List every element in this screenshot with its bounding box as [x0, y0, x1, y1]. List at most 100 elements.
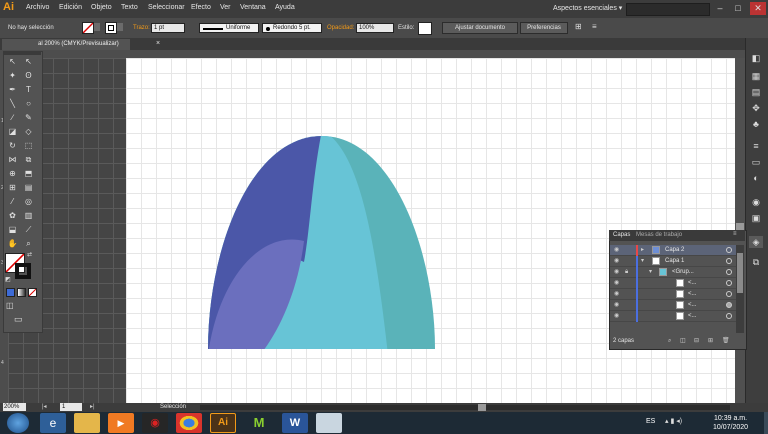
color-guide-icon[interactable]: ▦: [749, 70, 763, 82]
eye-icon[interactable]: ◉: [614, 278, 619, 289]
menu-ver[interactable]: Ver: [220, 4, 231, 11]
layer-row[interactable]: ◉ <...: [610, 300, 736, 311]
layer-row[interactable]: ◉ <...: [610, 289, 736, 300]
transparency-icon[interactable]: ◐: [749, 172, 763, 184]
clipping-mask-icon[interactable]: ◫: [680, 336, 686, 347]
brush-definition[interactable]: Redondo 5 pt.: [262, 23, 322, 33]
symbols-icon[interactable]: ♣: [749, 118, 763, 130]
layer-name[interactable]: Capa 2: [665, 245, 684, 256]
scroll-thumb[interactable]: [737, 253, 743, 293]
expand-arrow-icon[interactable]: ▾: [649, 267, 652, 278]
eye-icon[interactable]: ◉: [614, 267, 619, 278]
layer-name[interactable]: <...: [688, 300, 697, 311]
rotate-tool-icon[interactable]: ↻: [6, 140, 19, 151]
swatches-icon[interactable]: ▤: [749, 86, 763, 98]
target-icon[interactable]: [726, 247, 732, 253]
graphic-style-swatch[interactable]: [418, 22, 432, 35]
file-explorer-icon[interactable]: [74, 413, 100, 433]
direct-selection-tool-icon[interactable]: ↖: [22, 56, 35, 67]
target-icon[interactable]: [726, 302, 732, 308]
blend-tool-icon[interactable]: ◎: [22, 196, 35, 207]
hand-tool-icon[interactable]: ✋: [6, 238, 19, 249]
layer-name[interactable]: <...: [688, 278, 697, 289]
first-page-icon[interactable]: |◂: [42, 403, 47, 412]
stroke-swatch[interactable]: [105, 22, 117, 34]
slice-tool-icon[interactable]: ⟋: [22, 224, 35, 235]
locate-object-icon[interactable]: ⌕: [668, 336, 671, 347]
internet-explorer-icon[interactable]: e: [40, 413, 66, 433]
gradient-mode-icon[interactable]: [17, 288, 26, 297]
close-tab-icon[interactable]: ×: [156, 40, 160, 47]
layer-row[interactable]: ◉ 🔒︎ ▾ <Grup...: [610, 267, 736, 278]
workspace-switcher[interactable]: Aspectos esenciales ▾: [553, 4, 622, 12]
opacity-field[interactable]: 100%: [356, 23, 394, 33]
tab-capas[interactable]: Capas: [613, 232, 630, 238]
illustration[interactable]: [200, 130, 440, 355]
eye-icon[interactable]: ◉: [614, 256, 619, 267]
fill-swatch[interactable]: [82, 22, 94, 34]
target-icon[interactable]: [726, 313, 732, 319]
layer-name[interactable]: <...: [688, 289, 697, 300]
lock-icon[interactable]: 🔒︎: [625, 267, 628, 278]
stroke-label[interactable]: Trazo:: [133, 25, 150, 31]
selection-tool-icon[interactable]: ↖: [6, 56, 19, 67]
brushes-icon[interactable]: ✥: [749, 102, 763, 114]
lasso-tool-icon[interactable]: ʘ: [22, 70, 35, 81]
swap-colors-icon[interactable]: ⇄: [27, 251, 32, 258]
line-tool-icon[interactable]: ╲: [6, 98, 19, 109]
target-icon[interactable]: [726, 269, 732, 275]
start-button[interactable]: [7, 413, 29, 433]
ellipse-tool-icon[interactable]: ○: [22, 98, 35, 109]
artboard-tool-icon[interactable]: ⬓: [6, 224, 19, 235]
menu-seleccionar[interactable]: Seleccionar: [148, 4, 185, 11]
draw-normal-icon[interactable]: ◫: [6, 301, 14, 310]
gradient-tool-icon[interactable]: ▤: [22, 182, 35, 193]
media-player-icon[interactable]: ▶: [108, 413, 134, 433]
zoom-tool-icon[interactable]: ⌕: [22, 238, 35, 249]
layers-scrollbar[interactable]: [736, 245, 744, 333]
menu-efecto[interactable]: Efecto: [191, 4, 211, 11]
color-mode-icon[interactable]: [6, 288, 15, 297]
eraser-tool-icon[interactable]: ◇: [22, 126, 35, 137]
menu-ventana[interactable]: Ventana: [240, 4, 266, 11]
eyedropper-tool-icon[interactable]: ⁄: [6, 196, 19, 207]
target-icon[interactable]: [726, 291, 732, 297]
live-paint-tool-icon[interactable]: ⬒: [22, 168, 35, 179]
paint-icon[interactable]: [316, 413, 342, 433]
scroll-thumb[interactable]: [478, 404, 486, 411]
stroke-dropdown-icon[interactable]: [117, 23, 123, 31]
tab-mesas-de-trabajo[interactable]: Mesas de trabajo: [636, 232, 682, 238]
new-sublayer-icon[interactable]: ⊟: [694, 336, 699, 347]
expand-arrow-icon[interactable]: ▸: [641, 245, 644, 256]
panel-menu-icon[interactable]: ≡: [592, 22, 597, 31]
document-tab[interactable]: al 200% (CMYK/Previsualizar): [2, 39, 130, 50]
preferences-button[interactable]: Preferencias: [520, 22, 568, 34]
system-clock[interactable]: 10:39 a.m. 10/07/2020: [713, 414, 748, 432]
menu-edicion[interactable]: Edición: [59, 4, 82, 11]
width-tool-icon[interactable]: ⋈: [6, 154, 19, 165]
help-search-input[interactable]: [626, 3, 710, 16]
shape-builder-tool-icon[interactable]: ⊕: [6, 168, 19, 179]
stroke-weight-field[interactable]: 1 pt: [151, 23, 185, 33]
new-layer-icon[interactable]: ⊞: [708, 336, 713, 347]
color-panel-icon[interactable]: ◧: [749, 52, 763, 64]
menu-texto[interactable]: Texto: [121, 4, 138, 11]
layer-name[interactable]: <Grup...: [672, 267, 694, 278]
none-mode-icon[interactable]: [28, 288, 37, 297]
layer-name[interactable]: Capa 1: [665, 256, 684, 267]
eye-icon[interactable]: ◉: [614, 289, 619, 300]
language-indicator[interactable]: ES: [646, 418, 655, 425]
menu-objeto[interactable]: Objeto: [91, 4, 112, 11]
maximize-icon[interactable]: □: [730, 2, 746, 15]
gradient-panel-icon[interactable]: ▭: [749, 156, 763, 168]
illustrator-taskbar-icon[interactable]: Ai: [210, 413, 236, 433]
eye-icon[interactable]: ◉: [614, 300, 619, 311]
variable-width-profile[interactable]: Uniforme: [199, 23, 259, 33]
next-page-icon[interactable]: ▸|: [90, 403, 95, 412]
mesh-tool-icon[interactable]: ⊞: [6, 182, 19, 193]
appearance-icon[interactable]: ◉: [749, 196, 763, 208]
toolbox-header[interactable]: [3, 51, 41, 55]
minimize-icon[interactable]: –: [712, 2, 728, 15]
target-icon[interactable]: [726, 280, 732, 286]
layer-name[interactable]: <...: [688, 311, 697, 322]
